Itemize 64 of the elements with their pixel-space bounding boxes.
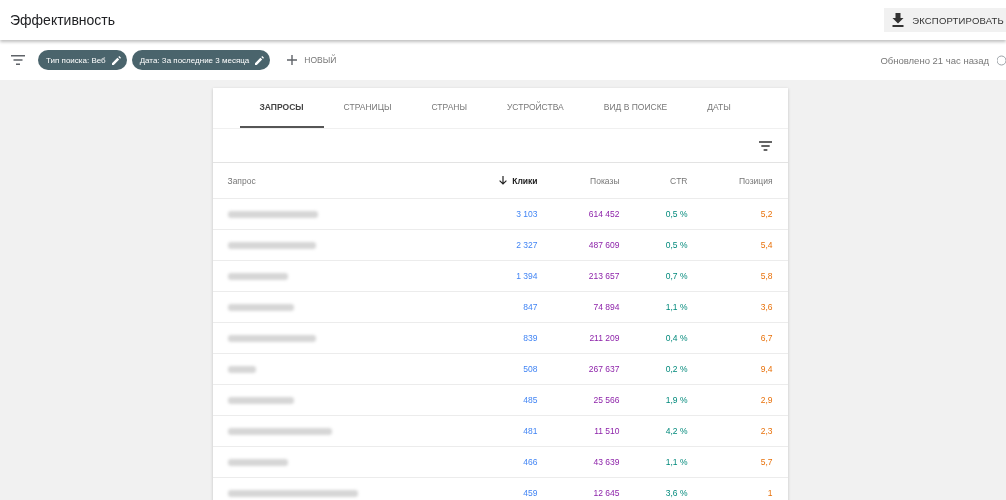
table-cell-text: 2,3	[759, 426, 773, 436]
tab[interactable]: СТРАНЫ	[411, 88, 487, 128]
table-cell-text: 0,7 %	[664, 271, 688, 281]
table-cell-text: 847	[522, 302, 538, 312]
table-cell-text: 25 566	[592, 395, 620, 405]
table-cell-text: 466	[522, 457, 538, 467]
table-cell-text: 839	[522, 333, 538, 343]
tab[interactable]: УСТРОЙСТВА	[486, 88, 584, 128]
table-cell-text: 5,7	[759, 457, 773, 467]
tab[interactable]: СТРАНИЦЫ	[323, 88, 412, 128]
table-cell-text: 2,9	[759, 395, 773, 405]
filter-chip[interactable]: Дата: За последние 3 месяца	[131, 50, 271, 70]
download-icon	[892, 13, 905, 27]
table-cell-text: 3,6 %	[664, 488, 688, 498]
table-cell-text: 74 894	[592, 302, 620, 312]
table-cell-text: 487 609	[587, 240, 620, 250]
tab[interactable]: ЗАПРОСЫ	[239, 88, 324, 128]
table-cell-text: 5,8	[759, 271, 773, 281]
table-cell-text: 0,5 %	[664, 240, 688, 250]
table-cell-text: 614 452	[587, 209, 620, 219]
table-cell-text: 508	[522, 364, 538, 374]
pencil-icon	[255, 55, 265, 65]
table-cell-text: 1,1 %	[664, 457, 688, 467]
pencil-icon	[111, 55, 121, 65]
table-cell-text: 9,4	[759, 364, 773, 374]
table-cell-text: 12 645	[592, 488, 620, 498]
table-cell-text: 1,9 %	[664, 395, 688, 405]
column-header[interactable]: Показы	[537, 175, 620, 186]
table-cell-text: 3 103	[515, 209, 538, 219]
table-cell-text: 481	[522, 426, 538, 436]
updated-text: Обновлено 21 час назад	[880, 54, 989, 66]
tab[interactable]: ДАТЫ	[687, 88, 751, 128]
column-header[interactable]: Запрос	[212, 175, 458, 186]
page-title: Эффективность	[10, 12, 117, 28]
table-cell-text: 4,2 %	[664, 426, 688, 436]
table-cell-text: 267 637	[587, 364, 620, 374]
table-cell-text: 1 394	[515, 271, 538, 281]
export-button[interactable]: ЭКСПОРТИРОВАТЬ	[884, 8, 1006, 32]
filter-icon[interactable]	[11, 55, 25, 65]
new-filter-button[interactable]: НОВЫЙ	[281, 54, 343, 66]
filter-chip[interactable]: Тип поиска: Веб	[38, 50, 127, 70]
arrow-down-icon	[499, 176, 508, 185]
table-cell-text: 1	[766, 488, 773, 498]
table-cell-text: 459	[522, 488, 538, 498]
table-cell-text: 0,2 %	[664, 364, 688, 374]
table-cell-text: 0,4 %	[664, 333, 688, 343]
table-cell-text: 211 209	[588, 333, 620, 343]
column-header[interactable]: Позиция	[687, 175, 773, 186]
table-cell-text: 43 639	[592, 457, 620, 467]
table-cell-text: 1,1 %	[664, 302, 688, 312]
table-cell-text: 213 657	[587, 271, 620, 281]
plus-icon	[287, 55, 298, 65]
table-cell-text: 485	[522, 395, 538, 405]
column-header[interactable]: CTR	[619, 175, 688, 186]
tab[interactable]: ВИД В ПОИСКЕ	[583, 88, 688, 128]
column-header[interactable]: Клики	[457, 175, 538, 186]
filter-icon[interactable]	[758, 140, 772, 151]
table-cell-text: 2 327	[515, 240, 538, 250]
table-cell-text: 6,7	[759, 333, 773, 343]
table-cell-text: 5,2	[759, 209, 773, 219]
table-cell-text: 0,5 %	[664, 209, 688, 219]
table-cell-text: 3,6	[759, 302, 773, 312]
table-cell-text: 5,4	[759, 240, 773, 250]
table-cell-text: 11 510	[593, 426, 620, 436]
